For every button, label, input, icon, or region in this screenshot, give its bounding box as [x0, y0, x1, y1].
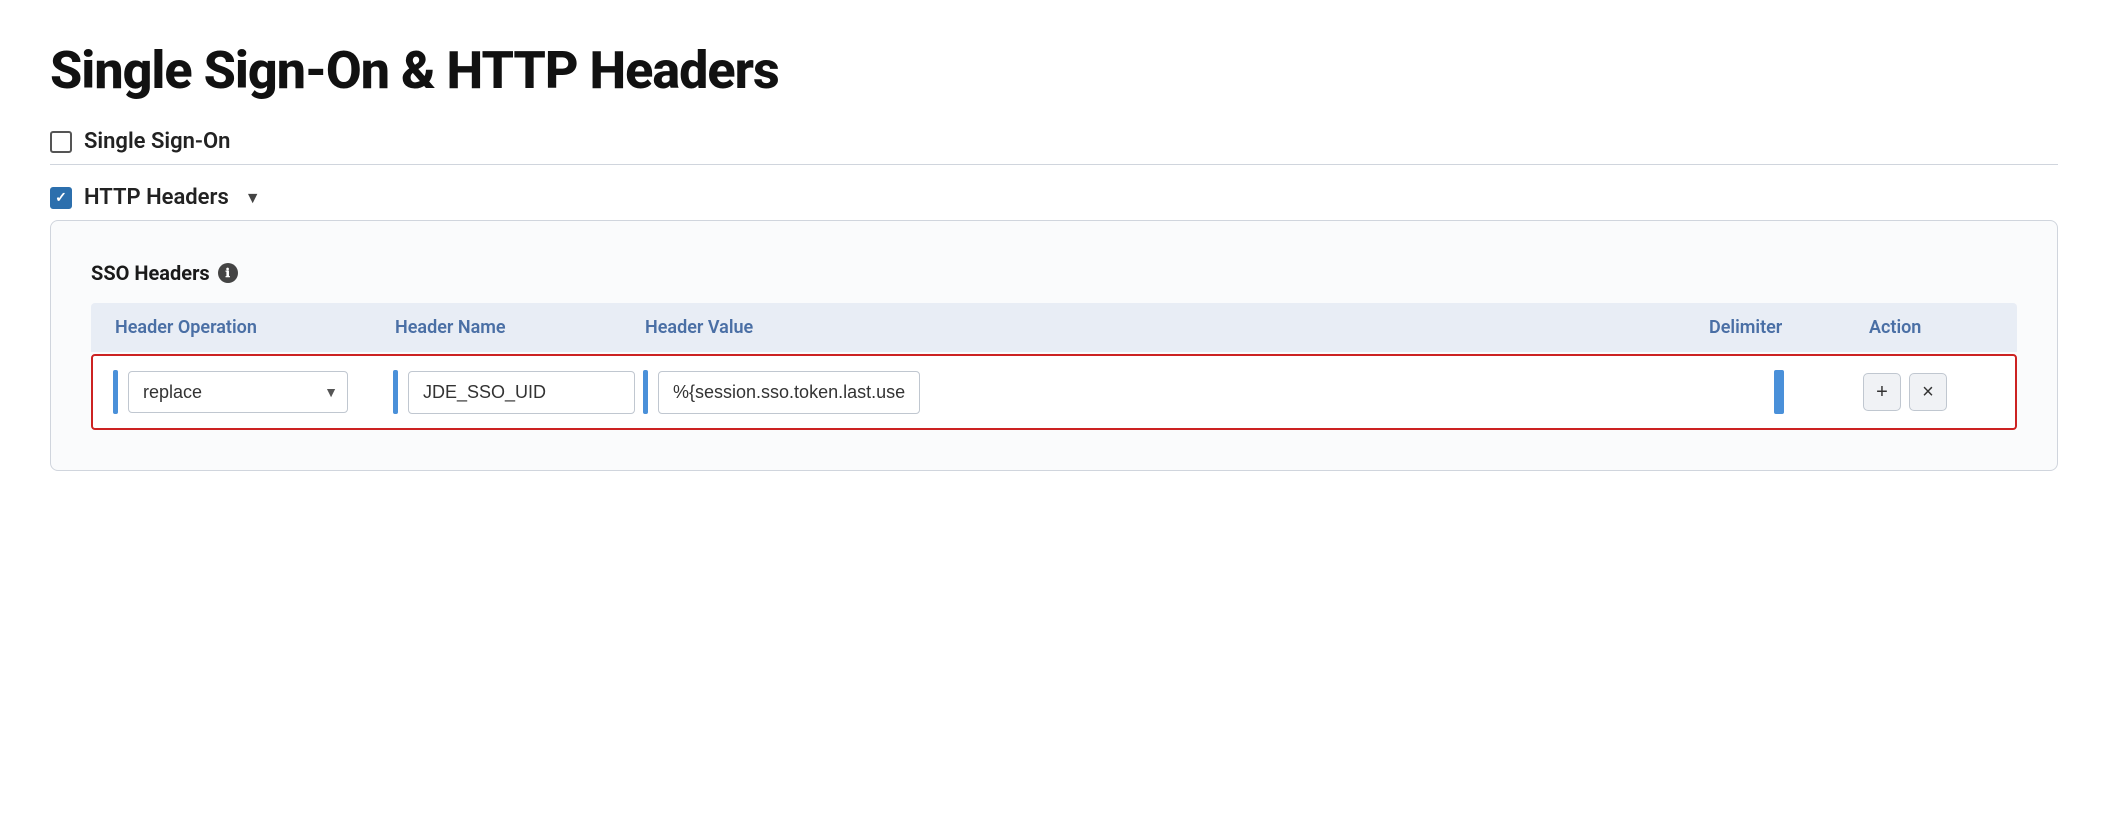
http-headers-section-row: HTTP Headers ▼	[50, 185, 2058, 210]
header-name-input[interactable]	[408, 371, 635, 414]
http-headers-checkbox[interactable]	[50, 187, 72, 209]
http-headers-dropdown-arrow[interactable]: ▼	[245, 188, 261, 208]
operation-col-divider	[113, 370, 118, 414]
sso-label: Single Sign-On	[84, 129, 230, 154]
col-header-action: Action	[1861, 317, 2001, 338]
http-headers-label: HTTP Headers	[84, 185, 229, 210]
table-header: Header Operation Header Name Header Valu…	[91, 303, 2017, 352]
name-cell-inner	[393, 370, 635, 414]
cell-action: + ×	[1859, 373, 1999, 411]
name-col-divider	[393, 370, 398, 414]
col-header-value: Header Value	[637, 317, 1701, 338]
delimiter-bar	[1774, 370, 1784, 414]
sso-section-row: Single Sign-On	[50, 129, 2058, 154]
sso-headers-title-text: SSO Headers	[91, 261, 210, 285]
add-row-button[interactable]: +	[1863, 373, 1901, 411]
cell-header-name	[389, 370, 639, 414]
operation-select-wrapper: replace add remove set ▼	[128, 371, 348, 413]
table-row-highlighted: replace add remove set ▼	[91, 354, 2017, 430]
sso-checkbox[interactable]	[50, 131, 72, 153]
action-buttons: + ×	[1863, 373, 1947, 411]
value-col-divider	[643, 370, 648, 414]
sso-headers-table: Header Operation Header Name Header Valu…	[91, 303, 2017, 430]
col-header-delimiter: Delimiter	[1701, 317, 1861, 338]
value-cell-inner	[643, 370, 920, 414]
col-header-name: Header Name	[387, 317, 637, 338]
sso-headers-title-row: SSO Headers ℹ	[91, 261, 2017, 285]
header-value-input[interactable]	[658, 371, 920, 414]
cell-header-value	[639, 370, 1699, 414]
cell-delimiter	[1699, 370, 1859, 414]
header-operation-select[interactable]: replace add remove set	[128, 371, 348, 413]
col-header-operation: Header Operation	[107, 317, 387, 338]
table-row: replace add remove set ▼	[93, 356, 2015, 428]
operation-cell-inner: replace add remove set ▼	[113, 370, 348, 414]
remove-row-button[interactable]: ×	[1909, 373, 1947, 411]
http-headers-panel: SSO Headers ℹ Header Operation Header Na…	[50, 220, 2058, 471]
cell-header-operation: replace add remove set ▼	[109, 370, 389, 414]
section-divider	[50, 164, 2058, 165]
info-icon[interactable]: ℹ	[218, 263, 238, 283]
page-title: Single Sign-On & HTTP Headers	[50, 40, 2058, 101]
